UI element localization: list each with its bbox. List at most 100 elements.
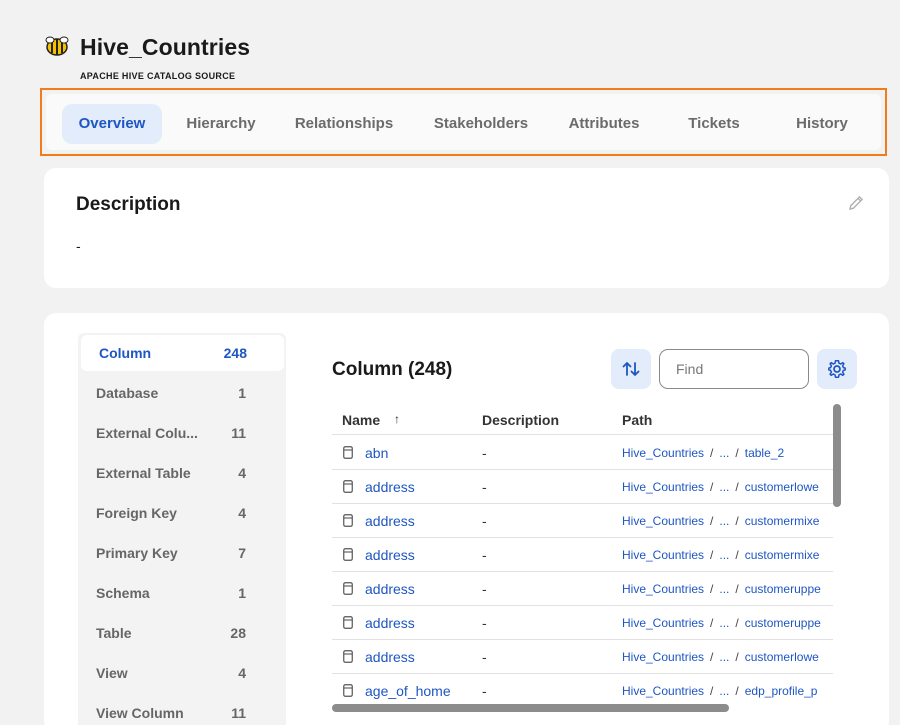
column-name-link[interactable]: abn xyxy=(365,445,388,461)
asset-type-schema[interactable]: Schema 1 xyxy=(78,575,286,611)
path-root-link[interactable]: Hive_Countries xyxy=(622,446,704,460)
column-path: Hive_Countries /... / customeruppe xyxy=(622,582,821,596)
path-root-link[interactable]: Hive_Countries xyxy=(622,480,704,494)
path-ellipsis[interactable]: ... xyxy=(719,650,729,664)
asset-type-view-column[interactable]: View Column 11 xyxy=(78,695,286,725)
sort-arrows-icon xyxy=(622,362,640,376)
tab-bar: Overview Hierarchy Relationships Stakeho… xyxy=(46,94,881,150)
path-root-link[interactable]: Hive_Countries xyxy=(622,548,704,562)
table-row[interactable]: address - Hive_Countries /... / customermix… xyxy=(332,538,833,572)
column-name-link[interactable]: address xyxy=(365,649,415,665)
asset-type-label: Primary Key xyxy=(96,545,178,561)
asset-type-label: View xyxy=(96,665,128,681)
asset-type-list: Column 248 Database 1 External Colu... 1… xyxy=(78,333,286,725)
path-ellipsis[interactable]: ... xyxy=(719,548,729,562)
path-ellipsis[interactable]: ... xyxy=(719,446,729,460)
page-subtitle: APACHE HIVE CATALOG SOURCE xyxy=(80,71,236,81)
pencil-icon[interactable] xyxy=(847,194,865,212)
column-name-link[interactable]: address xyxy=(365,479,415,495)
table-row[interactable]: address - Hive_Countries /... / customermix… xyxy=(332,504,833,538)
path-ellipsis[interactable]: ... xyxy=(719,514,729,528)
column-description: - xyxy=(482,683,487,699)
sort-button[interactable] xyxy=(611,349,651,389)
asset-type-external-column[interactable]: External Colu... 11 xyxy=(78,415,286,451)
columns-table: Name ↑ Description Path abn - Hive_Count… xyxy=(332,403,833,703)
asset-type-column[interactable]: Column 248 xyxy=(81,335,284,371)
column-icon xyxy=(343,548,353,561)
asset-type-primary-key[interactable]: Primary Key 7 xyxy=(78,535,286,571)
find-input[interactable] xyxy=(659,349,809,389)
path-ellipsis[interactable]: ... xyxy=(719,480,729,494)
asset-type-label: View Column xyxy=(96,705,184,721)
path-root-link[interactable]: Hive_Countries xyxy=(622,650,704,664)
asset-type-count: 1 xyxy=(238,585,246,601)
column-name-link[interactable]: age_of_home xyxy=(365,683,451,699)
asset-type-external-table[interactable]: External Table 4 xyxy=(78,455,286,491)
column-description: - xyxy=(482,547,487,563)
asset-type-table[interactable]: Table 28 xyxy=(78,615,286,651)
path-ellipsis[interactable]: ... xyxy=(719,582,729,596)
asset-type-count: 11 xyxy=(231,425,246,441)
header-description[interactable]: Description xyxy=(482,412,559,428)
path-root-link[interactable]: Hive_Countries xyxy=(622,582,704,596)
tab-attributes[interactable]: Attributes xyxy=(558,104,650,144)
path-root-link[interactable]: Hive_Countries xyxy=(622,616,704,630)
path-leaf-link[interactable]: customermixe xyxy=(745,548,820,562)
header-path[interactable]: Path xyxy=(622,412,652,428)
asset-type-label: Column xyxy=(99,345,152,361)
path-leaf-link[interactable]: table_2 xyxy=(745,446,784,460)
tab-relationships[interactable]: Relationships xyxy=(284,104,404,144)
settings-button[interactable] xyxy=(817,349,857,389)
description-value: - xyxy=(76,238,81,254)
asset-type-label: Table xyxy=(96,625,132,641)
table-row[interactable]: abn - Hive_Countries /... / table_2 xyxy=(332,436,833,470)
tab-stakeholders[interactable]: Stakeholders xyxy=(424,104,538,144)
path-leaf-link[interactable]: edp_profile_p xyxy=(745,684,818,698)
path-leaf-link[interactable]: customermixe xyxy=(745,514,820,528)
column-path: Hive_Countries /... / customeruppe xyxy=(622,616,821,630)
column-name-link[interactable]: address xyxy=(365,547,415,563)
path-root-link[interactable]: Hive_Countries xyxy=(622,514,704,528)
path-ellipsis[interactable]: ... xyxy=(719,684,729,698)
column-description: - xyxy=(482,513,487,529)
asset-type-count: 248 xyxy=(223,345,247,361)
asset-type-count: 4 xyxy=(238,665,246,681)
tab-overview[interactable]: Overview xyxy=(62,104,162,144)
hive-bee-icon xyxy=(45,36,69,56)
horizontal-scrollbar[interactable] xyxy=(332,704,729,712)
asset-type-label: External Table xyxy=(96,465,191,481)
asset-type-count: 4 xyxy=(238,465,246,481)
table-row[interactable]: address - Hive_Countries /... / customerupp… xyxy=(332,606,833,640)
column-path: Hive_Countries /... / customerlowe xyxy=(622,650,819,664)
column-name-link[interactable]: address xyxy=(365,581,415,597)
column-description: - xyxy=(482,581,487,597)
tab-history[interactable]: History xyxy=(782,104,862,144)
column-name-link[interactable]: address xyxy=(365,615,415,631)
tabs-highlight-frame: Overview Hierarchy Relationships Stakeho… xyxy=(40,88,887,156)
table-row[interactable]: address - Hive_Countries /... / customerlow… xyxy=(332,470,833,504)
table-row[interactable]: age_of_home - Hive_Countries /... / edp_pro… xyxy=(332,674,833,703)
vertical-scrollbar[interactable] xyxy=(833,404,841,507)
tab-tickets[interactable]: Tickets xyxy=(676,104,752,144)
column-name-link[interactable]: address xyxy=(365,513,415,529)
asset-type-view[interactable]: View 4 xyxy=(78,655,286,691)
asset-type-label: Foreign Key xyxy=(96,505,177,521)
columns-title: Column (248) xyxy=(332,359,453,380)
table-row[interactable]: address - Hive_Countries /... / customerlow… xyxy=(332,640,833,674)
asset-type-database[interactable]: Database 1 xyxy=(78,375,286,411)
sort-ascending-icon[interactable]: ↑ xyxy=(394,412,400,426)
asset-type-foreign-key[interactable]: Foreign Key 4 xyxy=(78,495,286,531)
path-root-link[interactable]: Hive_Countries xyxy=(622,684,704,698)
header-name[interactable]: Name xyxy=(342,412,380,428)
asset-type-count: 4 xyxy=(238,505,246,521)
path-leaf-link[interactable]: customeruppe xyxy=(745,616,821,630)
table-row[interactable]: address - Hive_Countries /... / customerupp… xyxy=(332,572,833,606)
asset-type-count: 28 xyxy=(230,625,246,641)
tab-hierarchy[interactable]: Hierarchy xyxy=(176,104,266,144)
path-ellipsis[interactable]: ... xyxy=(719,616,729,630)
column-icon xyxy=(343,446,353,459)
path-leaf-link[interactable]: customerlowe xyxy=(745,480,819,494)
path-leaf-link[interactable]: customeruppe xyxy=(745,582,821,596)
asset-type-label: External Colu... xyxy=(96,425,198,441)
path-leaf-link[interactable]: customerlowe xyxy=(745,650,819,664)
